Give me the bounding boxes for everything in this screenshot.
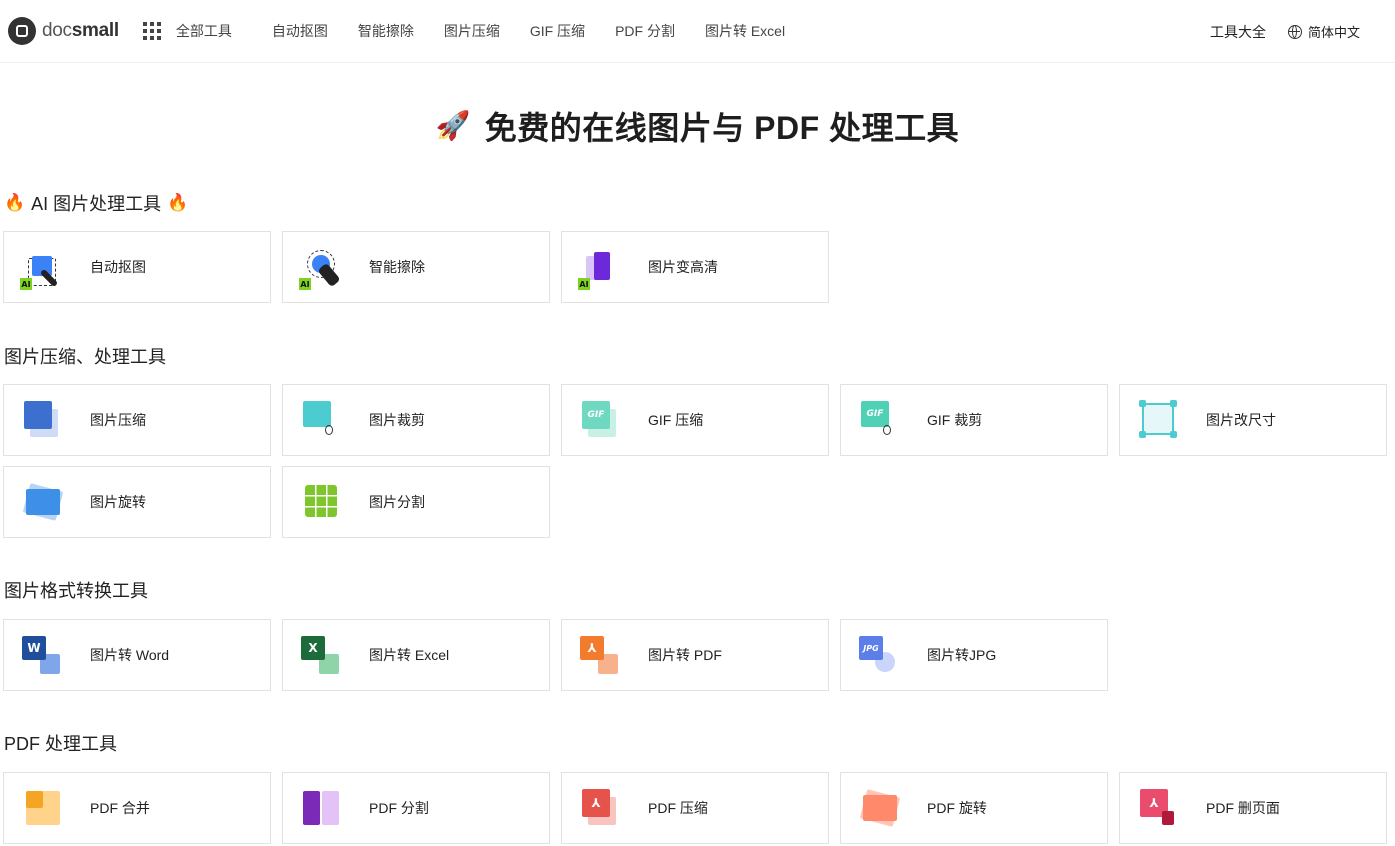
nav-gif-compress[interactable]: GIF 压缩: [530, 21, 585, 41]
image-resize-icon: [1136, 397, 1182, 443]
tool-card-pdf-merge[interactable]: PDF 合并: [3, 772, 271, 844]
nav-all-tools[interactable]: 全部工具: [176, 21, 232, 41]
pdf-compress-icon: ⅄: [578, 785, 624, 831]
pdf-merge-icon: [20, 785, 66, 831]
image-tools-grid: 图片压缩 图片裁剪 GIF GIF 压缩 GIF GIF 裁剪 图片改尺寸 图片…: [3, 384, 1393, 538]
smart-erase-icon: AI: [299, 244, 345, 290]
section-title-ai: 🔥 AI 图片处理工具 🔥: [4, 190, 188, 216]
section-title-image: 图片压缩、处理工具: [4, 347, 166, 367]
gif-compress-icon: GIF: [578, 397, 624, 443]
main-nav: 全部工具 自动抠图 智能擦除 图片压缩 GIF 压缩 PDF 分割 图片转 Ex…: [176, 21, 815, 41]
jpg-icon: JPG: [857, 632, 903, 678]
tools-all-link[interactable]: 工具大全: [1210, 22, 1266, 42]
image-upscale-icon: AI: [578, 244, 624, 290]
tool-label: 智能擦除: [369, 259, 425, 275]
page-title: 免费的在线图片与 PDF 处理工具: [484, 109, 960, 146]
hero: 🚀 免费的在线图片与 PDF 处理工具: [0, 103, 1395, 148]
nav-image-compress[interactable]: 图片压缩: [444, 21, 500, 41]
tool-card-image-crop[interactable]: 图片裁剪: [282, 384, 550, 456]
tool-label: 图片改尺寸: [1206, 412, 1276, 428]
ai-tools-grid: AI 自动抠图 AI 智能擦除 AI 图片变高清: [3, 231, 829, 303]
tool-label: 图片转JPG: [927, 647, 997, 663]
tool-label: 图片旋转: [90, 494, 146, 510]
section-title-ai-text: AI 图片处理工具: [31, 194, 162, 214]
tool-card-gif-compress[interactable]: GIF GIF 压缩: [561, 384, 829, 456]
nav-smart-erase[interactable]: 智能擦除: [358, 21, 414, 41]
all-tools-grid-icon[interactable]: [142, 22, 161, 40]
image-rotate-icon: [20, 479, 66, 525]
tool-card-image-to-jpg[interactable]: JPG 图片转JPG: [840, 619, 1108, 691]
pdf-rotate-icon: [857, 785, 903, 831]
tool-label: 图片压缩: [90, 412, 146, 428]
pdf-icon: ⅄: [578, 632, 624, 678]
tool-label: GIF 裁剪: [927, 412, 983, 428]
tool-card-image-rotate[interactable]: 图片旋转: [3, 466, 271, 538]
tool-label: 图片转 Word: [90, 647, 170, 663]
pdf-split-icon: [299, 785, 345, 831]
tool-card-smart-erase[interactable]: AI 智能擦除: [282, 231, 550, 303]
excel-icon: X: [299, 632, 345, 678]
section-title-convert: 图片格式转换工具: [4, 581, 148, 601]
tool-card-pdf-compress[interactable]: ⅄ PDF 压缩: [561, 772, 829, 844]
tool-card-image-to-word[interactable]: W 图片转 Word: [3, 619, 271, 691]
language-selector[interactable]: 简体中文: [1287, 22, 1360, 41]
tool-card-image-to-excel[interactable]: X 图片转 Excel: [282, 619, 550, 691]
image-compress-icon: [20, 397, 66, 443]
pdf-delete-icon: ⅄: [1136, 785, 1182, 831]
image-split-icon: [299, 479, 345, 525]
rocket-icon: 🚀: [435, 110, 471, 141]
tool-label: PDF 合并: [90, 800, 150, 816]
tool-card-auto-cutout[interactable]: AI 自动抠图: [3, 231, 271, 303]
tool-label: 图片分割: [369, 494, 425, 510]
tool-label: 图片裁剪: [369, 412, 425, 428]
header-right: 工具大全 简体中文: [1210, 0, 1360, 63]
tool-card-image-upscale[interactable]: AI 图片变高清: [561, 231, 829, 303]
flame-icon: 🔥: [167, 193, 189, 212]
language-label: 简体中文: [1307, 25, 1360, 40]
tool-label: PDF 分割: [369, 800, 429, 816]
tool-card-image-resize[interactable]: 图片改尺寸: [1119, 384, 1387, 456]
tool-label: 自动抠图: [90, 259, 146, 275]
section-title-pdf: PDF 处理工具: [4, 734, 118, 754]
docsmall-logo[interactable]: docsmall: [8, 17, 119, 45]
tool-label: PDF 压缩: [648, 800, 708, 816]
tool-card-image-compress[interactable]: 图片压缩: [3, 384, 271, 456]
pdf-tools-grid: PDF 合并 PDF 分割 ⅄ PDF 压缩 PDF 旋转 ⅄ PDF 删页面: [3, 772, 1393, 844]
globe-icon: [1287, 24, 1302, 39]
tool-card-gif-crop[interactable]: GIF GIF 裁剪: [840, 384, 1108, 456]
logo-icon: [8, 17, 36, 45]
tool-card-pdf-rotate[interactable]: PDF 旋转: [840, 772, 1108, 844]
tool-label: PDF 旋转: [927, 800, 987, 816]
nav-auto-cutout[interactable]: 自动抠图: [272, 21, 328, 41]
tool-label: PDF 删页面: [1206, 800, 1280, 816]
nav-image-to-excel[interactable]: 图片转 Excel: [705, 21, 785, 41]
nav-pdf-split[interactable]: PDF 分割: [615, 21, 675, 41]
auto-cutout-icon: AI: [20, 244, 66, 290]
tool-label: 图片转 PDF: [648, 647, 722, 663]
gif-crop-icon: GIF: [857, 397, 903, 443]
tool-label: 图片变高清: [648, 259, 718, 275]
flame-icon: 🔥: [4, 193, 26, 212]
convert-tools-grid: W 图片转 Word X 图片转 Excel ⅄ 图片转 PDF JPG 图片转…: [3, 619, 1108, 691]
tool-card-pdf-delete-pages[interactable]: ⅄ PDF 删页面: [1119, 772, 1387, 844]
tool-card-image-to-pdf[interactable]: ⅄ 图片转 PDF: [561, 619, 829, 691]
image-crop-icon: [299, 397, 345, 443]
top-nav-bar: docsmall 全部工具 自动抠图 智能擦除 图片压缩 GIF 压缩 PDF …: [0, 0, 1395, 63]
tool-label: GIF 压缩: [648, 412, 704, 428]
word-icon: W: [20, 632, 66, 678]
logo-text: docsmall: [42, 20, 119, 41]
tool-card-pdf-split[interactable]: PDF 分割: [282, 772, 550, 844]
tool-label: 图片转 Excel: [369, 647, 450, 663]
tool-card-image-split[interactable]: 图片分割: [282, 466, 550, 538]
